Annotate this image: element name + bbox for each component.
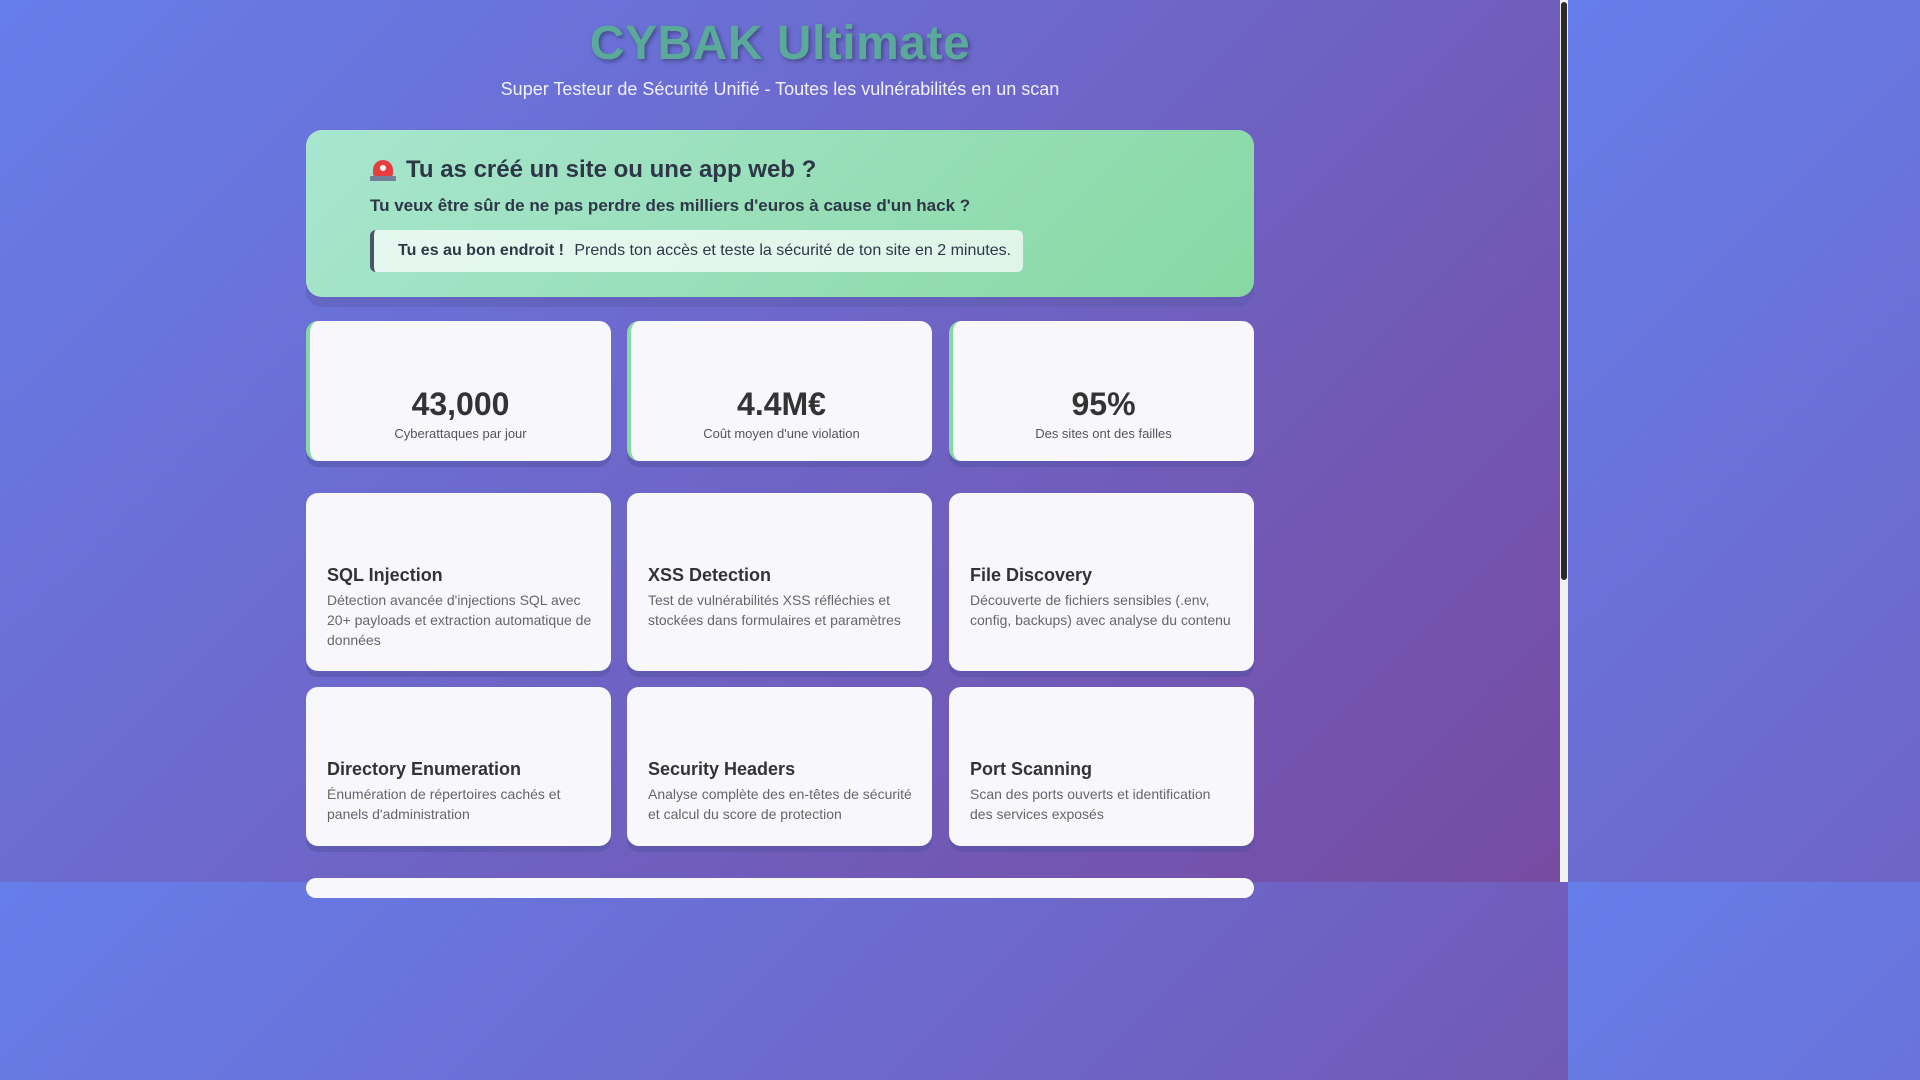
stat-card-attacks: 43,000 Cyberattaques par jour bbox=[306, 321, 611, 461]
brand-title: CYBAK Ultimate bbox=[589, 17, 971, 70]
stat-value: 95% bbox=[1071, 386, 1136, 422]
feature-description: Détection avancée d'injections SQL avec … bbox=[327, 592, 592, 648]
feature-card-security-headers[interactable]: Security Headers Analyse complète des en… bbox=[627, 687, 932, 846]
feature-title: Directory Enumeration bbox=[327, 759, 522, 779]
tagline: Super Testeur de Sécurité Unifié - Toute… bbox=[500, 79, 1060, 99]
siren-icon bbox=[370, 158, 396, 182]
stat-card-breach-cost: 4.4M€ Coût moyen d'une violation bbox=[627, 321, 932, 461]
stat-value: 4.4M€ bbox=[737, 386, 826, 422]
feature-card-directory-enumeration[interactable]: Directory Enumeration Énumération de rép… bbox=[306, 687, 611, 846]
hero-header: CYBAK Ultimate Super Testeur de Sécurité… bbox=[0, 16, 1560, 102]
scrollbar-thumb[interactable] bbox=[1561, 2, 1567, 580]
callout-strong: Tu es au bon endroit ! bbox=[398, 242, 564, 259]
vertical-scrollbar[interactable] bbox=[1560, 0, 1568, 882]
feature-card-port-scanning[interactable]: Port Scanning Scan des ports ouverts et … bbox=[949, 687, 1254, 846]
feature-title: Security Headers bbox=[648, 759, 796, 779]
alert-subtitle: Tu veux être sûr de ne pas perdre des mi… bbox=[370, 196, 971, 215]
feature-description: Test de vulnérabilités XSS réfléchies et… bbox=[648, 592, 901, 628]
feature-description: Scan des ports ouverts et identification… bbox=[970, 786, 1211, 822]
feature-card-sql-injection[interactable]: SQL Injection Détection avancée d'inject… bbox=[306, 493, 611, 671]
alert-title: Tu as créé un site ou une app web ? bbox=[406, 156, 817, 183]
feature-description: Découverte de fichiers sensibles (.env, … bbox=[970, 592, 1231, 628]
feature-title: File Discovery bbox=[970, 565, 1093, 585]
feature-title: Port Scanning bbox=[970, 759, 1093, 779]
feature-title: SQL Injection bbox=[327, 565, 443, 585]
feature-card-xss-detection[interactable]: XSS Detection Test de vulnérabilités XSS… bbox=[627, 493, 932, 671]
callout-text: Prends ton accès et teste la sécurité de… bbox=[574, 242, 1012, 259]
alert-banner: Tu as créé un site ou une app web ? Tu v… bbox=[306, 130, 1254, 297]
feature-description: Analyse complète des en-têtes de sécurit… bbox=[648, 786, 912, 822]
page: CYBAK Ultimate Super Testeur de Sécurité… bbox=[0, 0, 1560, 898]
stat-card-vulnerable-sites: 95% Des sites ont des failles bbox=[949, 321, 1254, 461]
stat-label: Coût moyen d'une violation bbox=[703, 426, 860, 441]
feature-card-file-discovery[interactable]: File Discovery Découverte de fichiers se… bbox=[949, 493, 1254, 671]
stat-value: 43,000 bbox=[411, 386, 510, 422]
stat-label: Des sites ont des failles bbox=[1035, 426, 1172, 441]
alert-heading: Tu as créé un site ou une app web ? bbox=[370, 154, 1190, 186]
alert-callout: Tu es au bon endroit ! Prends ton accès … bbox=[370, 230, 1024, 272]
feature-title: XSS Detection bbox=[648, 565, 772, 585]
stat-label: Cyberattaques par jour bbox=[394, 426, 527, 441]
next-section-card bbox=[306, 878, 1254, 898]
feature-description: Énumération de répertoires cachés et pan… bbox=[327, 786, 561, 822]
